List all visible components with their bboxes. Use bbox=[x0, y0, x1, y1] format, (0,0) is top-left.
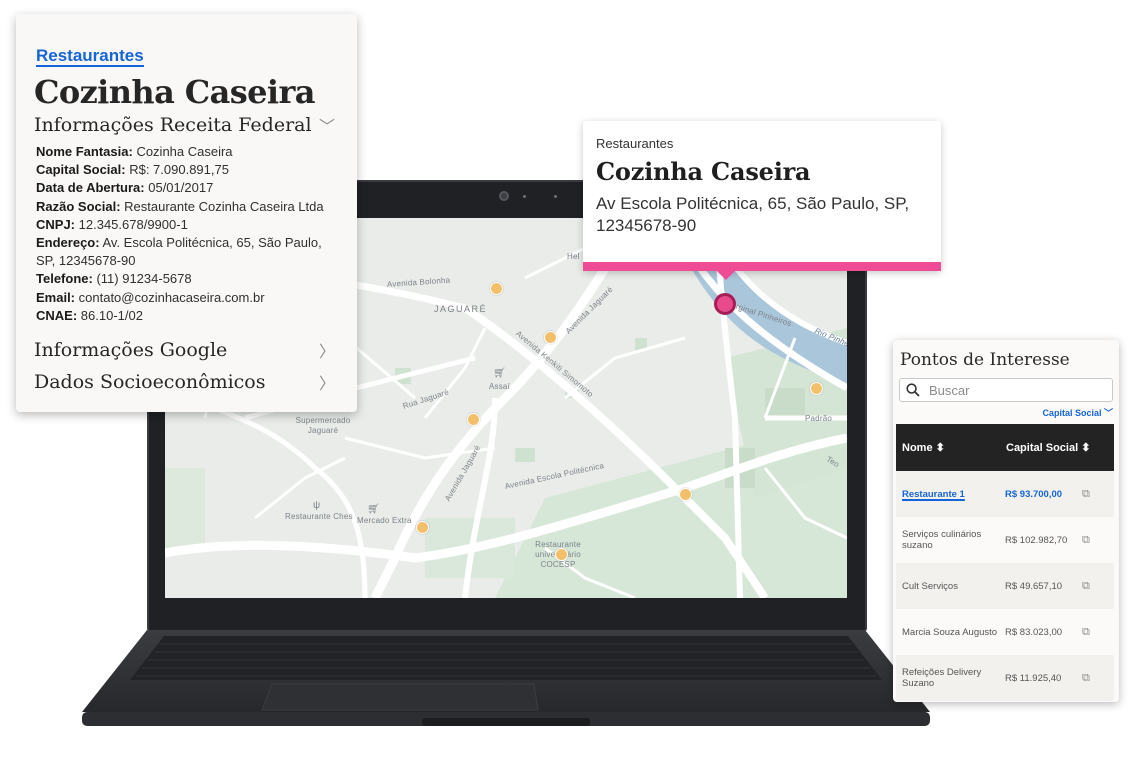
table-row[interactable]: Cult Serviços R$ 49.657,10 ⧉ bbox=[896, 563, 1114, 609]
map-marker[interactable] bbox=[467, 413, 480, 426]
receita-federal-section-header[interactable]: Informações Receita Federal ﹀ bbox=[34, 113, 339, 137]
section-title: Dados Socioeconômicos bbox=[34, 371, 266, 394]
chevron-down-icon: ﹀ bbox=[318, 117, 335, 136]
business-title: Cozinha Caseira bbox=[34, 73, 315, 111]
map-label: Avenida Escola Politécnica bbox=[504, 461, 605, 491]
search-input[interactable] bbox=[929, 382, 1099, 398]
detail-razao-social: Razão Social: Restaurante Cozinha Caseir… bbox=[36, 198, 324, 214]
detail-email: Email: contato@cozinhacaseira.com.br bbox=[36, 289, 265, 305]
detail-nome-fantasia: Nome Fantasia: Cozinha Caseira bbox=[36, 144, 233, 159]
map-label: Supermercado Jaguaré bbox=[295, 416, 351, 435]
row-name: Marcia Souza Augusto bbox=[902, 626, 998, 638]
section-title: Informações Google bbox=[34, 339, 228, 362]
google-section-header[interactable]: Informações Google 〉 bbox=[34, 338, 339, 362]
external-link-icon[interactable]: ⧉ bbox=[1082, 580, 1114, 593]
column-header-capital[interactable]: Capital Social ⬍ bbox=[1006, 441, 1114, 454]
webcam-icon bbox=[499, 191, 509, 201]
row-capital: R$ 93.700,00 bbox=[1005, 488, 1063, 500]
row-name: Serviços culinários suzano bbox=[902, 529, 982, 551]
row-name-link[interactable]: Restaurante 1 bbox=[902, 489, 965, 500]
external-link-icon[interactable]: ⧉ bbox=[1082, 672, 1114, 685]
row-name: Refeições Delivery Suzano bbox=[902, 667, 982, 689]
external-link-icon[interactable]: ⧉ bbox=[1082, 626, 1114, 639]
sort-icon: ⬍ bbox=[1081, 442, 1091, 454]
column-header-nome[interactable]: Nome ⬍ bbox=[896, 441, 1006, 454]
sort-icon: ⬍ bbox=[935, 442, 945, 454]
panel-title: Pontos de Interesse bbox=[900, 350, 1070, 370]
row-capital: R$ 11.925,40 bbox=[1005, 672, 1062, 684]
map-label: Teo bbox=[824, 454, 841, 470]
map-label: Padrão bbox=[805, 414, 832, 423]
chevron-right-icon: 〉 bbox=[318, 342, 335, 362]
sensor-dot bbox=[523, 195, 526, 198]
sensor-dot bbox=[554, 195, 557, 198]
category-link[interactable]: Restaurantes bbox=[36, 46, 144, 67]
detail-endereco: Endereço: Av. Escola Politécnica, 65, Sã… bbox=[36, 235, 322, 269]
external-link-icon[interactable]: ⧉ bbox=[1082, 488, 1114, 501]
detail-telefone: Telefone: (11) 91234-5678 bbox=[36, 271, 192, 287]
chevron-right-icon: 〉 bbox=[318, 374, 335, 394]
map-marker[interactable] bbox=[679, 488, 692, 501]
map-marker[interactable] bbox=[544, 331, 557, 344]
detail-cnae: CNAE: 86.10-1/02 bbox=[36, 307, 143, 323]
table-row[interactable]: Refeições Delivery Suzano R$ 11.925,40 ⧉ bbox=[896, 655, 1114, 701]
popup-category: Restaurantes bbox=[596, 136, 674, 151]
table-row[interactable]: Restaurante 1 R$ 93.700,00 ⧉ bbox=[896, 471, 1114, 517]
detail-data-abertura: Data de Abertura: 05/01/2017 bbox=[36, 180, 214, 196]
selected-map-marker[interactable] bbox=[714, 293, 736, 315]
business-info-card: Restaurantes Cozinha Caseira Informações… bbox=[16, 14, 357, 412]
external-link-icon[interactable]: ⧉ bbox=[1082, 534, 1114, 547]
map-label: Hel bbox=[567, 252, 580, 261]
row-capital: R$ 49.657,10 bbox=[1005, 580, 1063, 592]
map-label: Mercado Extra bbox=[357, 516, 412, 525]
row-name: Cult Serviços bbox=[902, 580, 958, 592]
section-title: Informações Receita Federal bbox=[34, 114, 312, 136]
shopping-cart-icon: 🛒︎ bbox=[367, 504, 380, 515]
popup-title: Cozinha Caseira bbox=[596, 157, 811, 186]
search-box[interactable] bbox=[899, 378, 1113, 402]
map-label: Restaurante universitário COCESP bbox=[535, 540, 581, 569]
popup-pointer bbox=[717, 271, 735, 280]
map-marker[interactable] bbox=[490, 282, 503, 295]
map-label: Marginal Pinheiros bbox=[723, 298, 793, 329]
shopping-cart-icon: 🛒︎ bbox=[493, 368, 506, 379]
poi-table: Nome ⬍ Capital Social ⬍ Restaurante 1 R$… bbox=[896, 424, 1114, 701]
popup-address: Av Escola Politécnica, 65, São Paulo, SP… bbox=[596, 194, 910, 235]
detail-capital-social: Capital Social: R$: 7.090.891,75 bbox=[36, 162, 229, 178]
map-marker[interactable] bbox=[810, 382, 823, 395]
map-label: Rua Jaguaré bbox=[401, 387, 451, 411]
row-capital: R$ 102.982,70 bbox=[1005, 534, 1068, 546]
map-marker[interactable] bbox=[555, 548, 568, 561]
search-icon bbox=[906, 383, 920, 397]
place-popup[interactable]: Restaurantes Cozinha Caseira Av Escola P… bbox=[583, 121, 941, 280]
table-row[interactable]: Serviços culinários suzano R$ 102.982,70… bbox=[896, 517, 1114, 563]
sort-label: Capital Social bbox=[1042, 408, 1102, 418]
map-label: Avenida Jaguaré bbox=[443, 443, 483, 503]
map-label: Avenida Kenkiti Simomoto bbox=[514, 329, 596, 399]
map-label: Restaurante Ches bbox=[285, 512, 353, 521]
popup-accent-bar bbox=[583, 262, 941, 271]
detail-cnpj: CNPJ: 12.345.678/9900-1 bbox=[36, 216, 188, 232]
table-row[interactable]: Marcia Souza Augusto R$ 83.023,00 ⧉ bbox=[896, 609, 1114, 655]
row-capital: R$ 83.023,00 bbox=[1005, 626, 1063, 638]
restaurant-icon: ψ bbox=[313, 500, 321, 511]
chevron-down-icon: ﹀ bbox=[1103, 408, 1113, 418]
map-label: Rio Pinheiros bbox=[813, 326, 847, 354]
receita-federal-details: Nome Fantasia: Cozinha Caseira Capital S… bbox=[34, 143, 339, 325]
points-of-interest-panel: Pontos de Interesse Capital Social ﹀ Nom… bbox=[893, 340, 1119, 702]
socioeconomic-section-header[interactable]: Dados Socioeconômicos 〉 bbox=[34, 370, 339, 394]
table-header: Nome ⬍ Capital Social ⬍ bbox=[896, 424, 1114, 471]
map-label: Assaí bbox=[489, 382, 511, 391]
laptop-keyboard-base bbox=[82, 630, 930, 726]
map-label: Avenida Jaguaré bbox=[563, 284, 615, 336]
sort-dropdown[interactable]: Capital Social ﹀ bbox=[1042, 406, 1113, 419]
map-marker[interactable] bbox=[416, 521, 429, 534]
map-label: JAGUARÉ bbox=[434, 304, 488, 314]
map-label: Avenida Bolonha bbox=[386, 275, 451, 289]
